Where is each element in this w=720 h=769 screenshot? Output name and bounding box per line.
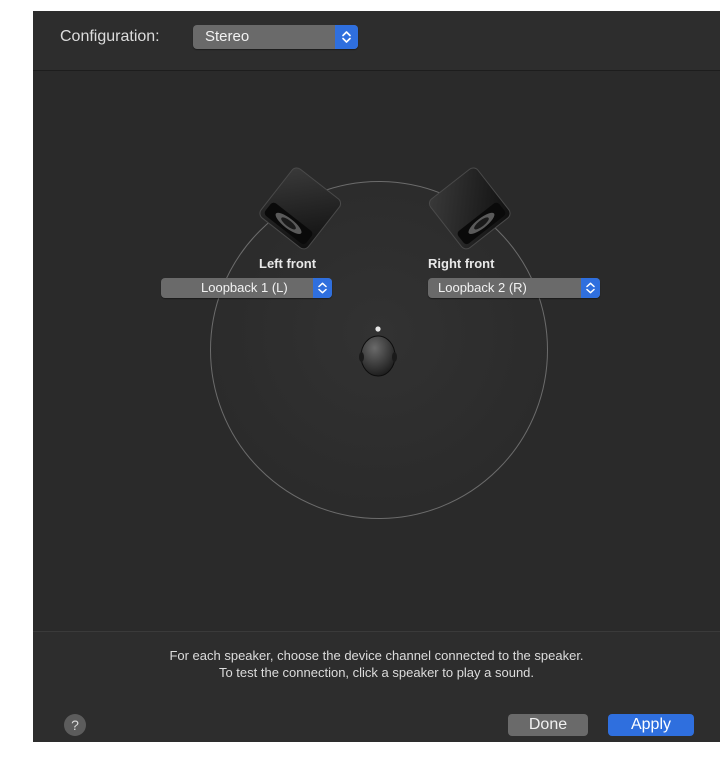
footer: For each speaker, choose the device chan… xyxy=(33,631,720,742)
chevron-up-down-icon xyxy=(313,278,332,298)
speaker-right-icon[interactable] xyxy=(427,167,515,258)
done-button[interactable]: Done xyxy=(508,714,588,736)
chevron-up-down-icon xyxy=(335,25,358,49)
right-front-channel-popup[interactable]: Loopback 2 (R) xyxy=(428,278,600,298)
right-front-channel-value: Loopback 2 (R) xyxy=(438,280,527,295)
audio-configure-speakers-window: Configuration: Stereo Left front Right f… xyxy=(33,11,720,742)
instruction-text-secondary: To test the connection, click a speaker … xyxy=(218,665,535,680)
help-button[interactable]: ? xyxy=(64,714,86,736)
left-front-label: Left front xyxy=(259,256,317,271)
right-front-label: Right front xyxy=(428,256,495,271)
chevron-up-down-icon xyxy=(581,278,600,298)
listener-head-icon xyxy=(358,324,398,385)
speaker-stage: Left front Right front Loopback 1 (L) Lo… xyxy=(33,71,720,631)
configuration-bar: Configuration: Stereo xyxy=(33,11,720,71)
left-front-channel-popup[interactable]: Loopback 1 (L) xyxy=(161,278,332,298)
apply-button[interactable]: Apply xyxy=(608,714,694,736)
configuration-popup[interactable]: Stereo xyxy=(193,25,358,49)
configuration-label: Configuration: xyxy=(60,28,160,45)
configuration-value: Stereo xyxy=(205,28,250,45)
speaker-left-icon[interactable] xyxy=(255,167,343,258)
instruction-text: For each speaker, choose the device chan… xyxy=(169,648,584,663)
left-front-channel-value: Loopback 1 (L) xyxy=(201,280,288,295)
